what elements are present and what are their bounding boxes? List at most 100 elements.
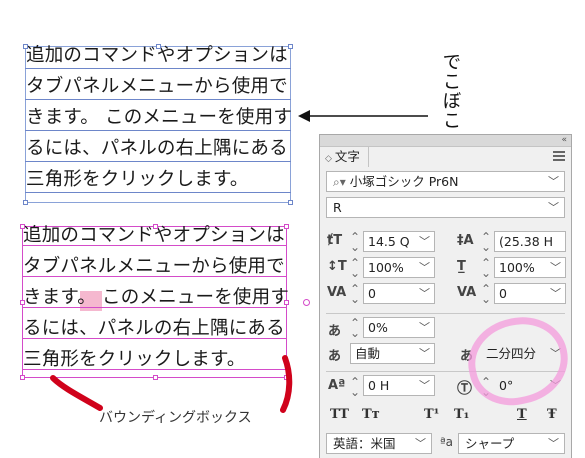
kerning-field[interactable]: 0 ﹀ xyxy=(363,283,435,304)
text-line: るには、パネルの右上隅にある xyxy=(26,138,288,159)
hyphenation-dropdown[interactable]: シャープ ﹀ xyxy=(458,433,565,454)
panel-toggle-icon[interactable]: ◇ xyxy=(325,154,332,164)
font-family-dropdown[interactable]: ⌕▾ 小塚ゴシック Pr6N ﹀ xyxy=(326,171,565,192)
baseline-rule xyxy=(25,192,291,193)
tracking-value: 0 xyxy=(499,286,507,301)
stepper-icon[interactable]: ⌃ ⌄ xyxy=(350,231,360,253)
vertical-scale-icon: ↕T xyxy=(327,259,347,274)
horizontal-scale-field[interactable]: 100% ﹀ xyxy=(494,257,566,278)
text-line: タブパネルメニューから使用で xyxy=(23,256,285,277)
chevron-down-icon: ﹀ xyxy=(548,437,559,450)
font-family-value: 小塚ゴシック Pr6N xyxy=(349,174,459,189)
arrow-icon xyxy=(298,110,428,122)
tsume-field[interactable]: 0% ﹀ xyxy=(363,317,435,338)
tsume-icon: あ xyxy=(328,324,342,339)
baseline-rule xyxy=(25,130,291,131)
chevron-down-icon: ﹀ xyxy=(419,235,430,248)
vertical-scale-value: 100% xyxy=(368,260,404,275)
baseline-shift-value: 0 H xyxy=(368,378,390,393)
horizontal-scale-icon: T̲ xyxy=(457,259,466,274)
chevron-down-icon: ﹀ xyxy=(548,175,559,188)
chevron-down-icon: ﹀ xyxy=(419,321,430,334)
all-caps-button[interactable]: TT xyxy=(330,407,349,422)
frame-handle[interactable] xyxy=(288,200,293,205)
stepper-icon[interactable]: ⌃ ⌄ xyxy=(350,376,360,398)
tab-character[interactable]: ◇ 文字 xyxy=(320,147,369,167)
frame-handle[interactable] xyxy=(288,44,293,49)
text-line: きます。 このメニューを使用す xyxy=(26,107,293,128)
frame-handle[interactable] xyxy=(20,375,25,380)
language-dropdown[interactable]: 英語：米国 ﹀ xyxy=(326,433,432,454)
font-size-icon: ⱦT xyxy=(327,233,343,248)
aki-left-dropdown[interactable]: 自動 ﹀ xyxy=(350,343,435,364)
horizontal-scale-value: 100% xyxy=(499,260,535,275)
frame-handle[interactable] xyxy=(156,44,161,49)
baseline-rule xyxy=(25,99,291,100)
text-line: るには、パネルの右上隅にある xyxy=(23,318,285,339)
bounding-box-label: バウンディングボックス xyxy=(99,410,252,426)
baseline-rule xyxy=(25,68,291,69)
chevron-down-icon: ﹀ xyxy=(548,201,559,214)
stepper-icon[interactable]: ⌃ ⌄ xyxy=(481,283,491,305)
frame-handle[interactable] xyxy=(284,224,289,229)
panel-menu-icon[interactable] xyxy=(553,151,565,161)
text-frame-top[interactable]: 追加のコマンドやオプションは タブパネルメニューから使用で きます。 このメニュ… xyxy=(23,44,293,205)
font-size-field[interactable]: 14.5 Q ﹀ xyxy=(363,231,435,252)
aki-left-icon: あ xyxy=(328,349,342,364)
baseline-shift-icon: Aª xyxy=(328,378,346,393)
leading-value: (25.38 H xyxy=(499,234,554,249)
font-size-value: 14.5 Q xyxy=(368,234,410,249)
font-style-value: R xyxy=(333,200,342,215)
stepper-icon[interactable]: ⌃ ⌄ xyxy=(350,317,360,339)
chevron-down-icon: ﹀ xyxy=(419,287,430,300)
character-panel: « ◇ 文字 ⌕▾ 小塚ゴシック Pr6N ﹀ R ﹀ ⱦT ⌃ ⌄ 14.5 Q ﹀… xyxy=(319,134,572,458)
tracking-icon: VA xyxy=(457,285,477,300)
tab-label: 文字 xyxy=(334,149,360,164)
panel-title-bar: « xyxy=(320,135,571,147)
vertical-text: でこぼこ xyxy=(440,52,461,130)
rotation-icon: Ⓣ xyxy=(457,379,473,397)
subscript-button[interactable]: T₁ xyxy=(454,407,469,422)
chevron-down-icon: ﹀ xyxy=(419,261,430,274)
language-value: 英語：米国 xyxy=(333,436,396,451)
kerning-value: 0 xyxy=(368,286,376,301)
strikethrough-button[interactable]: Ŧ xyxy=(547,407,557,422)
baseline-shift-field[interactable]: 0 H ﹀ xyxy=(363,375,435,396)
frame-handle[interactable] xyxy=(23,44,28,49)
aki-left-value: 自動 xyxy=(355,346,381,361)
frame-handle[interactable] xyxy=(20,300,25,305)
text-line: きます。 このメニューを使用す xyxy=(23,287,290,308)
chevron-down-icon: ﹀ xyxy=(550,287,561,300)
tracking-field[interactable]: 0 ﹀ xyxy=(494,283,566,304)
chevron-down-icon: ﹀ xyxy=(419,347,430,360)
kerning-icon: VA xyxy=(327,285,347,300)
out-port[interactable] xyxy=(303,299,310,306)
tsume-value: 0% xyxy=(368,320,388,335)
frame-handle[interactable] xyxy=(23,200,28,205)
hyphenation-icon: ªa xyxy=(440,435,454,449)
frame-handle[interactable] xyxy=(153,224,158,229)
superscript-button[interactable]: T¹ xyxy=(424,407,439,422)
collapse-icon[interactable]: « xyxy=(561,135,566,145)
hyphenation-value: シャープ xyxy=(465,436,515,451)
leading-field[interactable]: (25.38 H xyxy=(494,231,566,252)
baseline-rule xyxy=(25,161,291,162)
vertical-scale-field[interactable]: 100% ﹀ xyxy=(363,257,435,278)
chevron-down-icon: ﹀ xyxy=(419,379,430,392)
leading-icon: ‡A xyxy=(457,233,474,248)
divider xyxy=(326,313,565,314)
chevron-down-icon: ﹀ xyxy=(415,437,426,450)
font-style-dropdown[interactable]: R ﹀ xyxy=(326,197,565,218)
chevron-down-icon: ﹀ xyxy=(550,261,561,274)
text-line: 三角形をクリックします。 xyxy=(26,169,249,190)
text-line: タブパネルメニューから使用で xyxy=(26,76,288,97)
stepper-icon[interactable]: ⌃ ⌄ xyxy=(481,257,491,279)
stepper-icon[interactable]: ⌃ ⌄ xyxy=(350,257,360,279)
frame-handle[interactable] xyxy=(284,300,289,305)
stepper-icon[interactable]: ⌃ ⌄ xyxy=(350,283,360,305)
small-caps-button[interactable]: Tт xyxy=(362,407,380,422)
underline-button[interactable]: T xyxy=(517,407,527,422)
frame-handle[interactable] xyxy=(20,224,25,229)
search-icon: ⌕▾ xyxy=(333,175,346,189)
stepper-icon[interactable]: ⌃ ⌄ xyxy=(481,231,491,253)
